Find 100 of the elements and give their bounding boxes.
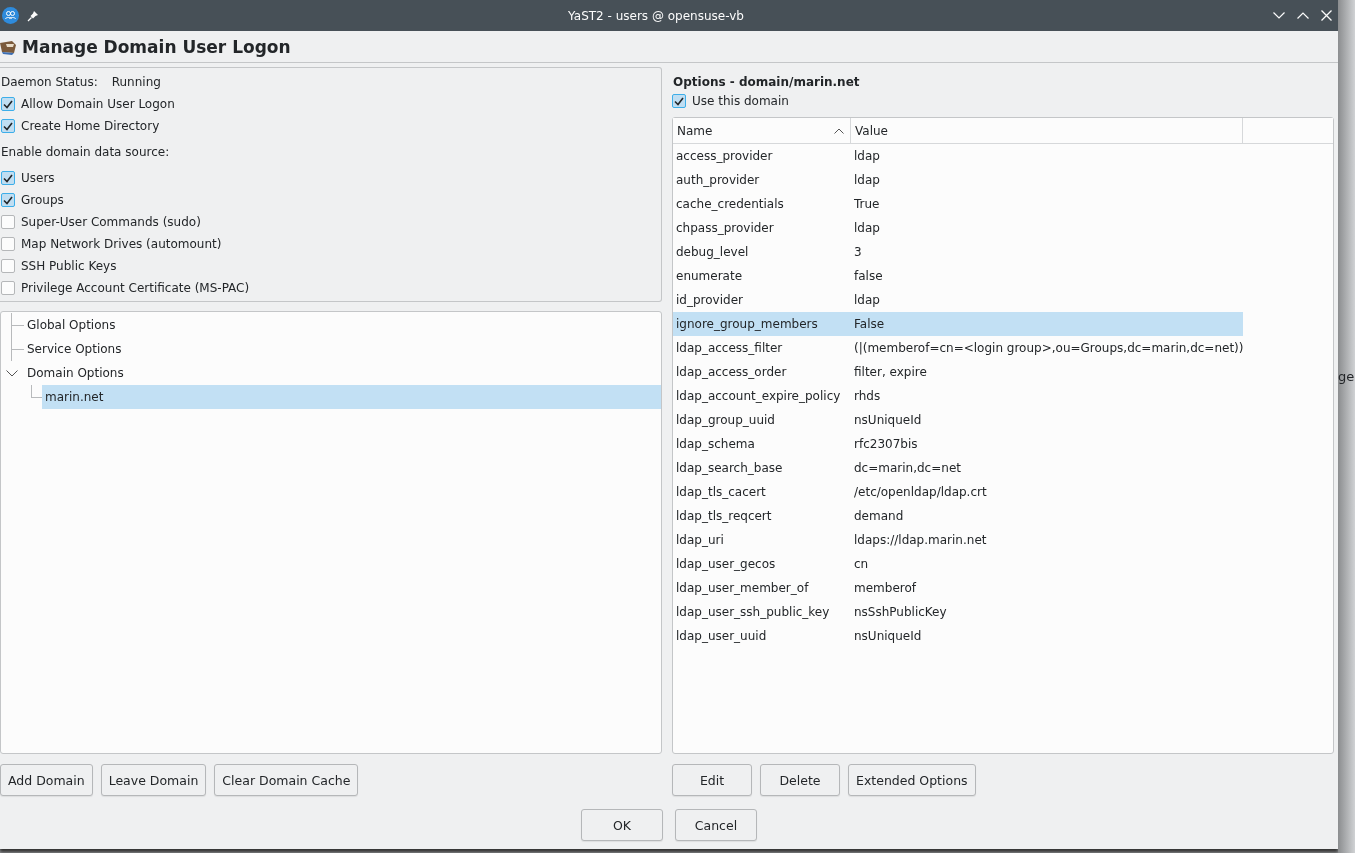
option-value: ldaps://ldap.marin.net xyxy=(853,533,988,547)
option-name: ldap_user_ssh_public_key xyxy=(675,605,831,619)
option-name: access_provider xyxy=(675,149,774,163)
domain-button[interactable]: Clear Domain Cache xyxy=(214,764,359,796)
table-row[interactable]: ldap_user_member_of memberof xyxy=(673,576,1243,600)
tree-item[interactable]: Service Options xyxy=(24,337,125,361)
option-value: ldap xyxy=(853,149,881,163)
option-value: nsUniqueId xyxy=(853,629,923,643)
checkbox[interactable] xyxy=(1,171,15,185)
checkbox-label: Map Network Drives (automount) xyxy=(21,237,222,251)
background-window-text: ge xyxy=(1338,369,1355,384)
table-row[interactable]: debug_level 3 xyxy=(673,240,1243,264)
app-icon xyxy=(2,7,19,24)
option-value: False xyxy=(853,317,886,331)
option-name: ldap_group_uuid xyxy=(675,413,776,427)
checkbox[interactable] xyxy=(1,237,15,251)
checkbox-label: Use this domain xyxy=(692,94,789,108)
option-value: True xyxy=(853,197,881,211)
table-row[interactable]: ldap_user_gecos cn xyxy=(673,552,1243,576)
option-name: ldap_search_base xyxy=(675,461,784,475)
pin-icon[interactable] xyxy=(27,9,39,22)
option-name: ldap_account_expire_policy xyxy=(675,389,842,403)
checkbox[interactable] xyxy=(1,281,15,295)
tree-item[interactable]: Domain Options xyxy=(24,361,127,385)
domain-button[interactable]: Leave Domain xyxy=(100,764,207,796)
option-button[interactable]: Edit xyxy=(672,764,752,796)
option-name: ldap_user_member_of xyxy=(675,581,810,595)
option-value: demand xyxy=(853,509,905,523)
option-name: enumerate xyxy=(675,269,744,283)
option-value: ldap xyxy=(853,173,881,187)
option-name: debug_level xyxy=(675,245,750,259)
option-value: 3 xyxy=(853,245,863,259)
checkbox-label: Create Home Directory xyxy=(21,119,160,133)
option-value: memberof xyxy=(853,581,918,595)
table-row[interactable]: ldap_user_ssh_public_key nsSshPublicKey xyxy=(673,600,1243,624)
checkbox[interactable] xyxy=(1,193,15,207)
collapse-icon[interactable] xyxy=(6,370,18,377)
table-row[interactable]: ldap_account_expire_policy rhds xyxy=(673,384,1243,408)
checkbox[interactable] xyxy=(672,94,686,108)
option-value: (|(memberof=cn=<login group>,ou=Groups,dc=marin,dc=net)) xyxy=(853,341,1243,355)
checkbox-label: Privilege Account Certificate (MS-PAC) xyxy=(21,281,250,295)
option-button[interactable]: Extended Options xyxy=(848,764,976,796)
table-row[interactable]: ldap_access_filter (|(memberof=cn=<login group>,ou=Groups,dc=marin,dc=net)) xyxy=(673,336,1243,360)
table-row[interactable]: ldap_search_base dc=marin,dc=net xyxy=(673,456,1243,480)
option-name: cache_credentials xyxy=(675,197,785,211)
checkbox-label: SSH Public Keys xyxy=(21,259,117,273)
option-value: /etc/openldap/ldap.crt xyxy=(853,485,988,499)
section-label: Enable domain data source: xyxy=(1,145,170,159)
status-value: Running xyxy=(111,75,161,89)
sort-icon xyxy=(834,127,844,134)
minimize-icon[interactable] xyxy=(1273,12,1285,19)
tree-item[interactable]: Global Options xyxy=(24,313,119,337)
column-header[interactable]: Value xyxy=(851,118,1243,143)
dialog-button[interactable]: OK xyxy=(581,809,663,841)
table-row[interactable]: id_provider ldap xyxy=(673,288,1243,312)
checkbox[interactable] xyxy=(1,215,15,229)
option-name: ldap_tls_cacert xyxy=(675,485,767,499)
dialog-button[interactable]: Cancel xyxy=(675,809,757,841)
panel-title: Options - domain/marin.net xyxy=(673,75,860,89)
option-value: false xyxy=(853,269,884,283)
table-row[interactable]: ldap_schema rfc2307bis xyxy=(673,432,1243,456)
table-row[interactable]: chpass_provider ldap xyxy=(673,216,1243,240)
option-value: ldap xyxy=(853,293,881,307)
checkbox[interactable] xyxy=(1,119,15,133)
option-name: ldap_access_order xyxy=(675,365,788,379)
table-row[interactable]: ignore_group_members False xyxy=(673,312,1243,336)
checkbox-label: Super-User Commands (sudo) xyxy=(21,215,201,229)
option-name: ldap_user_uuid xyxy=(675,629,768,643)
table-row[interactable]: ldap_group_uuid nsUniqueId xyxy=(673,408,1243,432)
table-row[interactable]: auth_provider ldap xyxy=(673,168,1243,192)
option-name: ignore_group_members xyxy=(675,317,819,331)
table-row[interactable]: ldap_tls_cacert /etc/openldap/ldap.crt xyxy=(673,480,1243,504)
table-row[interactable]: enumerate false xyxy=(673,264,1243,288)
checkbox-label: Groups xyxy=(21,193,64,207)
status-label: Daemon Status: xyxy=(1,75,98,89)
table-row[interactable]: ldap_uri ldaps://ldap.marin.net xyxy=(673,528,1243,552)
checkbox[interactable] xyxy=(1,259,15,273)
option-button[interactable]: Delete xyxy=(760,764,840,796)
option-name: auth_provider xyxy=(675,173,761,187)
table-row[interactable]: ldap_tls_reqcert demand xyxy=(673,504,1243,528)
table-row[interactable]: ldap_access_order filter, expire xyxy=(673,360,1243,384)
option-name: ldap_user_gecos xyxy=(675,557,777,571)
option-value: rhds xyxy=(853,389,882,403)
table-row[interactable]: access_provider ldap xyxy=(673,144,1243,168)
checkbox[interactable] xyxy=(1,97,15,111)
table-row[interactable]: cache_credentials True xyxy=(673,192,1243,216)
option-value: rfc2307bis xyxy=(853,437,919,451)
maximize-icon[interactable] xyxy=(1297,12,1309,19)
tree-item[interactable]: marin.net xyxy=(42,385,661,409)
checkbox-label: Allow Domain User Logon xyxy=(21,97,175,111)
window-title: YaST2 - users @ opensuse-vb xyxy=(567,8,745,23)
column-header[interactable]: Name xyxy=(673,118,851,143)
domain-button[interactable]: Add Domain xyxy=(0,764,93,796)
table-row[interactable]: ldap_user_uuid nsUniqueId xyxy=(673,624,1243,648)
option-name: chpass_provider xyxy=(675,221,775,235)
close-icon[interactable] xyxy=(1321,10,1332,21)
option-value: cn xyxy=(853,557,870,571)
page-title: Manage Domain User Logon xyxy=(22,36,291,57)
option-name: ldap_schema xyxy=(675,437,756,451)
checkbox-label: Users xyxy=(21,171,55,185)
